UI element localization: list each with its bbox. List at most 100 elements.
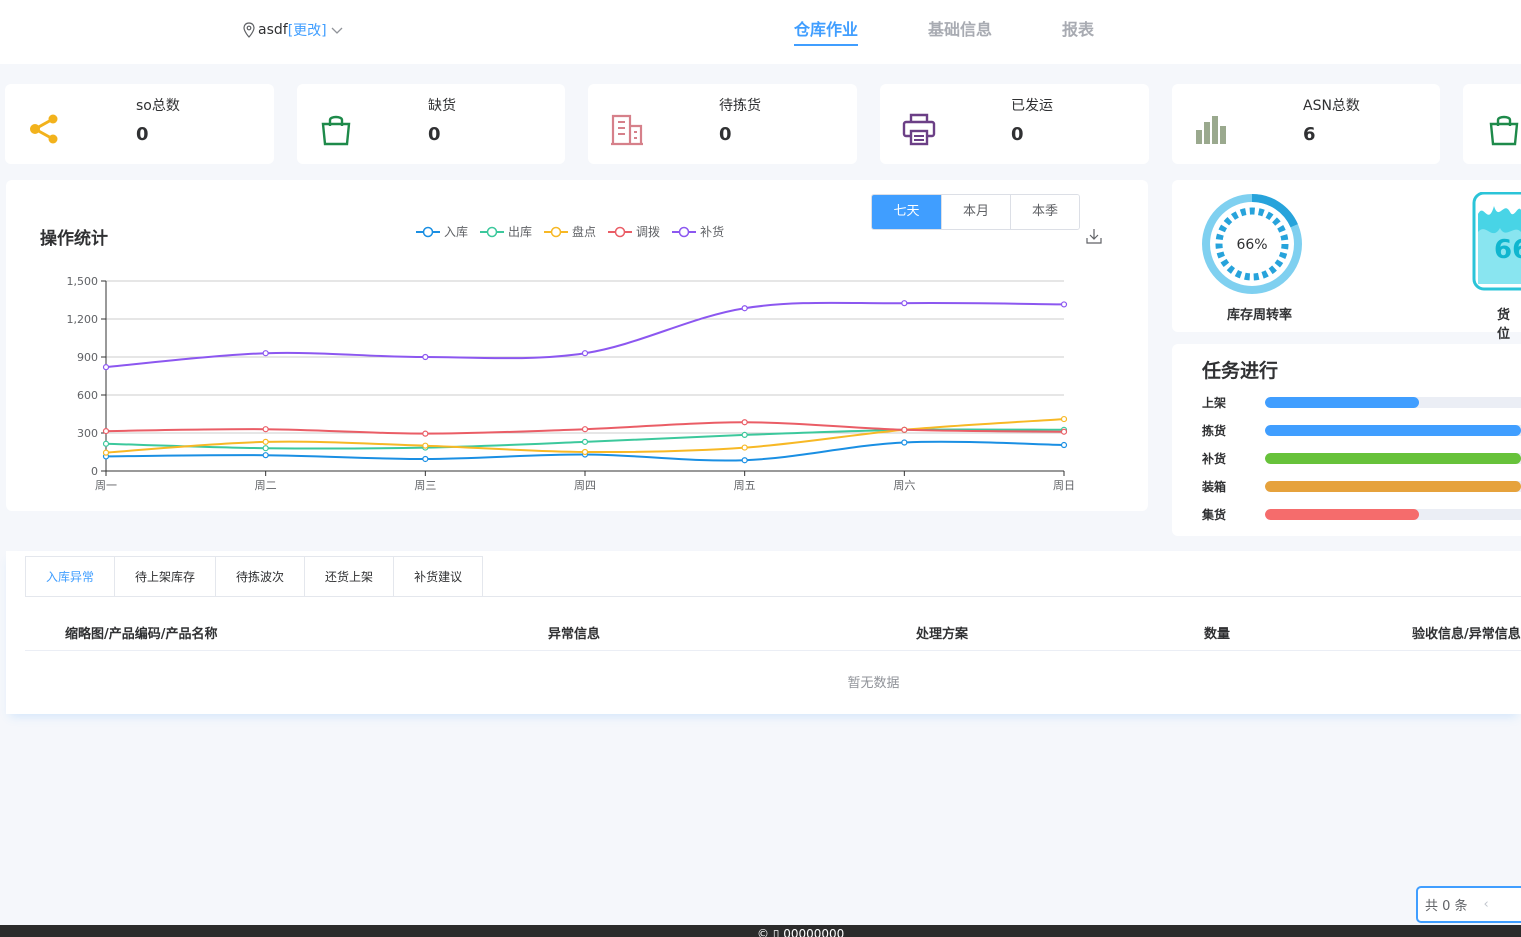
x-tick-label: 周二 — [255, 479, 277, 492]
change-warehouse-link[interactable]: [更改] — [288, 20, 327, 40]
y-tick-label: 900 — [77, 351, 98, 364]
column-header: 验收信息/异常信息 — [1412, 627, 1521, 642]
warehouse-selector[interactable]: asdf [更改] — [242, 20, 344, 40]
task-label: 拣货 — [1202, 424, 1227, 438]
tab-replenish-suggestion[interactable]: 补货建议 — [393, 557, 483, 597]
warehouse-name: asdf — [258, 22, 288, 38]
x-tick-label: 周日 — [1053, 479, 1075, 492]
data-point — [262, 445, 269, 452]
progress-track — [1265, 425, 1521, 436]
y-tick-label: 300 — [77, 427, 98, 440]
task-panel-title: 任务进行 — [1202, 360, 1279, 382]
stat-card-so-total[interactable]: so总数 0 — [5, 84, 274, 164]
range-button-7days[interactable]: 七天 — [872, 195, 941, 229]
data-point — [581, 426, 589, 433]
data-point — [581, 448, 589, 456]
data-point — [581, 350, 589, 357]
stat-card-extra[interactable] — [1463, 84, 1521, 164]
share-icon — [30, 114, 58, 144]
task-label: 补货 — [1202, 452, 1227, 466]
tab-pending-wave[interactable]: 待拣波次 — [215, 557, 305, 597]
nav-reports[interactable]: 报表 — [1062, 16, 1094, 46]
printer-icon — [902, 113, 936, 146]
x-tick-label: 周一 — [95, 479, 117, 492]
footer-text: © ▯ 00000000 — [757, 927, 845, 937]
data-point — [422, 442, 429, 449]
task-row-packing: 装箱 — [1202, 476, 1521, 496]
gauge-percent: 66% — [1236, 237, 1267, 253]
legend-item[interactable]: 出库 — [480, 223, 532, 240]
turnover-gauge: 66% — [1202, 194, 1302, 294]
legend-swatch-icon — [608, 226, 633, 237]
download-icon[interactable] — [1086, 228, 1102, 244]
legend-label: 盘点 — [572, 225, 597, 239]
data-point — [901, 300, 908, 307]
gauge-label-turnover: 库存周转率 — [1227, 308, 1293, 323]
nav-basic-info[interactable]: 基础信息 — [928, 16, 992, 46]
bar-chart-icon — [1196, 116, 1226, 144]
legend-item[interactable]: 入库 — [416, 223, 468, 240]
main-nav: 仓库作业 基础信息 报表 — [794, 16, 1164, 46]
stat-card-to-pick[interactable]: 待拣货 0 — [588, 84, 857, 164]
stat-value: 0 — [136, 124, 149, 145]
data-point — [102, 364, 110, 371]
empty-table-text: 暂无数据 — [847, 676, 900, 691]
data-point — [102, 440, 110, 447]
y-tick-label: 0 — [91, 465, 98, 478]
data-point — [741, 431, 748, 438]
data-point — [1060, 301, 1068, 308]
tab-pending-putaway[interactable]: 待上架库存 — [114, 557, 216, 597]
chart-title: 操作统计 — [40, 229, 108, 249]
gauge-percent: 66 — [1494, 235, 1521, 265]
data-point — [741, 419, 748, 426]
data-point — [1060, 441, 1068, 449]
stat-card-asn-total[interactable]: ASN总数 6 — [1172, 84, 1440, 164]
chevron-left-icon[interactable]: ‹ — [1484, 897, 1489, 912]
legend-label: 调拨 — [636, 225, 661, 239]
stat-value: 0 — [428, 124, 441, 145]
top-header: asdf [更改] 仓库作业 基础信息 报表 — [0, 0, 1521, 64]
chevron-down-icon[interactable] — [330, 23, 344, 37]
range-button-quarter[interactable]: 本季 — [1010, 195, 1079, 229]
gauge-panel: 66% 库存周转率 66 货位 — [1172, 180, 1521, 342]
legend-swatch-icon — [672, 226, 697, 237]
progress-fill — [1265, 481, 1521, 492]
y-tick-label: 600 — [77, 389, 98, 402]
task-label: 上架 — [1202, 396, 1227, 410]
stat-card-shortage[interactable]: 缺货 0 — [297, 84, 565, 164]
task-row-picking: 拣货 — [1202, 420, 1521, 440]
task-row-replenish: 补货 — [1202, 448, 1521, 468]
progress-fill — [1265, 425, 1521, 436]
data-point — [262, 452, 269, 459]
data-point — [741, 305, 748, 312]
data-point — [422, 455, 429, 463]
progress-track — [1265, 481, 1521, 492]
stat-card-shipped[interactable]: 已发运 0 — [880, 84, 1149, 164]
footer-bar: © ▯ 00000000 — [0, 925, 1521, 937]
legend-label: 出库 — [508, 225, 533, 239]
legend-item[interactable]: 调拨 — [608, 223, 660, 240]
legend-item[interactable]: 盘点 — [544, 223, 596, 240]
tab-divider — [25, 596, 1521, 597]
data-point — [1060, 415, 1068, 423]
location-pin-icon — [243, 22, 255, 38]
data-point — [1060, 428, 1068, 435]
task-progress-panel: 任务进行 上架 拣货 补货 装箱 集货 — [1172, 344, 1521, 536]
y-tick-label: 1,200 — [67, 313, 99, 326]
legend-item[interactable]: 补货 — [672, 223, 724, 240]
tab-bar: 入库异常 待上架库存 待拣波次 还货上架 补货建议 — [25, 556, 484, 597]
nav-warehouse-ops[interactable]: 仓库作业 — [794, 16, 859, 46]
chart-legend: 入库 出库 盘点 调拨 补货 — [416, 223, 736, 240]
building-icon — [611, 114, 643, 146]
data-point — [901, 426, 908, 433]
progress-fill — [1265, 397, 1419, 408]
range-button-month[interactable]: 本月 — [941, 195, 1010, 229]
tab-inbound-exception[interactable]: 入库异常 — [26, 557, 115, 597]
stat-value: 6 — [1303, 124, 1316, 145]
legend-swatch-icon — [544, 226, 569, 237]
operation-stats-panel: 0 300 600 900 1,200 1,500 周一 周二 周三 周四 周五 周六 周日 操作统计 … — [6, 180, 1148, 511]
stat-label: ASN总数 — [1303, 98, 1360, 114]
stat-label: 待拣货 — [719, 98, 761, 114]
tab-return-putaway[interactable]: 还货上架 — [304, 557, 394, 597]
legend-swatch-icon — [480, 226, 505, 237]
